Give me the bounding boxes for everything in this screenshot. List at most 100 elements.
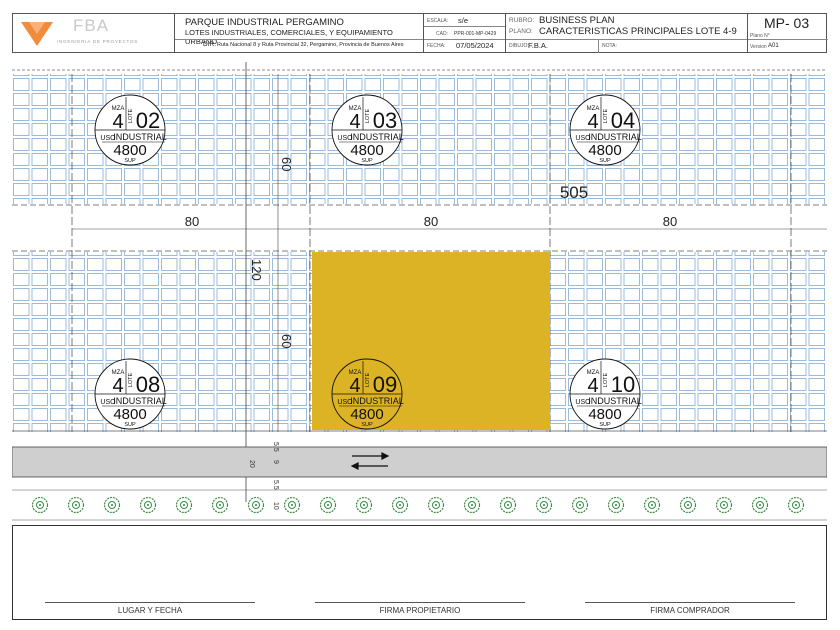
fecha-label: FECHA: <box>427 43 446 49</box>
tree-icon <box>391 496 409 514</box>
sheet-cell: MP- 03 Plano N° Version A01 <box>748 14 828 52</box>
lot-number: 03 <box>373 108 397 133</box>
dir-value: Ruta Nacional 8 y Ruta Provincial 32, Pe… <box>217 42 404 48</box>
dim-width-a: 80 <box>185 214 199 229</box>
tree-icon <box>319 496 337 514</box>
plano-label: PLANO: <box>509 28 533 35</box>
lot-area: 4800 <box>588 406 621 423</box>
lot-lote-label: LOTE <box>128 108 134 123</box>
tree-icon <box>175 496 193 514</box>
dim-road-total: 20 <box>248 460 255 468</box>
tree-icon <box>427 496 445 514</box>
tree-icon <box>67 496 85 514</box>
lot-mza-value: 4 <box>349 375 360 397</box>
lot-lote-label: LOTE <box>365 372 371 387</box>
version-label: Version <box>750 44 767 50</box>
lot-use: INDUSTRIAL <box>350 396 404 406</box>
dim-total-length: 505 <box>560 183 588 202</box>
logo-tagline: INGENIERIA DE PROYECTOS <box>57 39 139 44</box>
lot-area: 4800 <box>350 142 383 159</box>
tree-icon <box>139 496 157 514</box>
dibujo-value: F.B.A. <box>528 41 549 50</box>
lot-number: 02 <box>136 108 160 133</box>
tree-icon <box>535 496 553 514</box>
lot-lote-label: LOTE <box>128 372 134 387</box>
rubro-cell: RUBRO: BUSINESS PLAN PLANO: CARACTERISTI… <box>506 14 748 53</box>
rubro-label: RUBRO: <box>509 17 535 24</box>
lot-sup-label: SUP <box>361 158 373 164</box>
fba-logo-icon <box>21 22 53 46</box>
tree-icon <box>751 496 769 514</box>
project-cell: PARQUE INDUSTRIAL PERGAMINO LOTES INDUST… <box>175 14 424 52</box>
tree-icon <box>211 496 229 514</box>
lot-number: 10 <box>611 372 635 397</box>
lot-mza-value: 4 <box>112 375 123 397</box>
lot-use: INDUSTRIAL <box>350 132 404 142</box>
fecha-value: 07/05/2024 <box>456 41 494 50</box>
logo-cell: FBA INGENIERIA DE PROYECTOS <box>13 14 175 52</box>
lot-number: 09 <box>373 372 397 397</box>
lot-lote-label: LOTE <box>365 108 371 123</box>
escala-label: ESCALA: <box>427 18 449 24</box>
tree-icon <box>715 496 733 514</box>
lot-mza-value: 4 <box>349 111 360 133</box>
lot-lote-label: LOTE <box>603 372 609 387</box>
lot-sup-label: SUP <box>124 158 136 164</box>
meta-cell: ESCALA: s/e CAD: PPR-001-MP-0429 FECHA: … <box>424 14 506 52</box>
lot-sup-label: SUP <box>124 422 136 428</box>
lot-mza-value: 4 <box>587 111 598 133</box>
nota-label: NOTA: <box>602 43 617 49</box>
tree-row <box>31 496 805 514</box>
project-title: PARQUE INDUSTRIAL PERGAMINO <box>185 17 344 28</box>
lot-area: 4800 <box>113 406 146 423</box>
dim-depth-top: 60 <box>279 157 294 171</box>
lot-use: INDUSTRIAL <box>113 132 167 142</box>
dir-label: DIR. <box>203 41 216 48</box>
tree-icon <box>499 496 517 514</box>
lot-area: 4800 <box>113 142 146 159</box>
lot-area: 4800 <box>350 406 383 423</box>
dibujo-label: DIBUJO: <box>509 43 529 49</box>
lot-mza-value: 4 <box>112 111 123 133</box>
dim-sidewalk-top: 5.5 <box>272 442 279 452</box>
lot-use: INDUSTRIAL <box>113 396 167 406</box>
cad-value: PPR-001-MP-0429 <box>454 31 497 37</box>
lot-sup-label: SUP <box>599 422 611 428</box>
tree-icon <box>643 496 661 514</box>
cad-label: CAD: <box>436 31 448 37</box>
plano-value: CARACTERISTICAS PRINCIPALES LOTE 4-9 <box>539 26 737 37</box>
lot-sup-label: SUP <box>599 158 611 164</box>
dim-depth-total: 120 <box>249 259 264 281</box>
lot-number: 04 <box>611 108 635 133</box>
logo-brand: FBA <box>73 16 110 35</box>
dim-width-b: 80 <box>424 214 438 229</box>
tree-icon <box>463 496 481 514</box>
buyer-signature-label: FIRMA COMPRADOR <box>650 606 730 615</box>
lot-number: 08 <box>136 372 160 397</box>
tree-icon <box>247 496 265 514</box>
sheet-code: MP- 03 <box>764 15 810 31</box>
tree-icon <box>571 496 589 514</box>
dim-depth-bottom: 60 <box>279 334 294 348</box>
tree-icon <box>103 496 121 514</box>
place-date-label: LUGAR Y FECHA <box>117 606 183 615</box>
tree-icon <box>355 496 373 514</box>
lot-use: INDUSTRIAL <box>588 132 642 142</box>
dim-road-width: 9 <box>272 460 279 464</box>
lot-area: 4800 <box>588 142 621 159</box>
rubro-value: BUSINESS PLAN <box>539 15 615 26</box>
site-plan: 5.5 9 5.5 10 20 80 80 80 505 60 120 60 M… <box>12 62 827 521</box>
escala-value: s/e <box>458 16 469 25</box>
lot-sup-label: SUP <box>361 422 373 428</box>
dim-width-c: 80 <box>663 214 677 229</box>
road <box>12 446 827 478</box>
dim-strip: 10 <box>272 502 279 510</box>
title-block: FBA INGENIERIA DE PROYECTOS PARQUE INDUS… <box>12 13 828 53</box>
tree-icon <box>787 496 805 514</box>
lot-lote-label: LOTE <box>603 108 609 123</box>
owner-signature-label: FIRMA PROPIETARIO <box>379 606 461 615</box>
dim-sidewalk-bottom: 5.5 <box>272 480 279 490</box>
tree-icon <box>283 496 301 514</box>
lot-mza-value: 4 <box>587 375 598 397</box>
version-value: A01 <box>768 43 779 49</box>
